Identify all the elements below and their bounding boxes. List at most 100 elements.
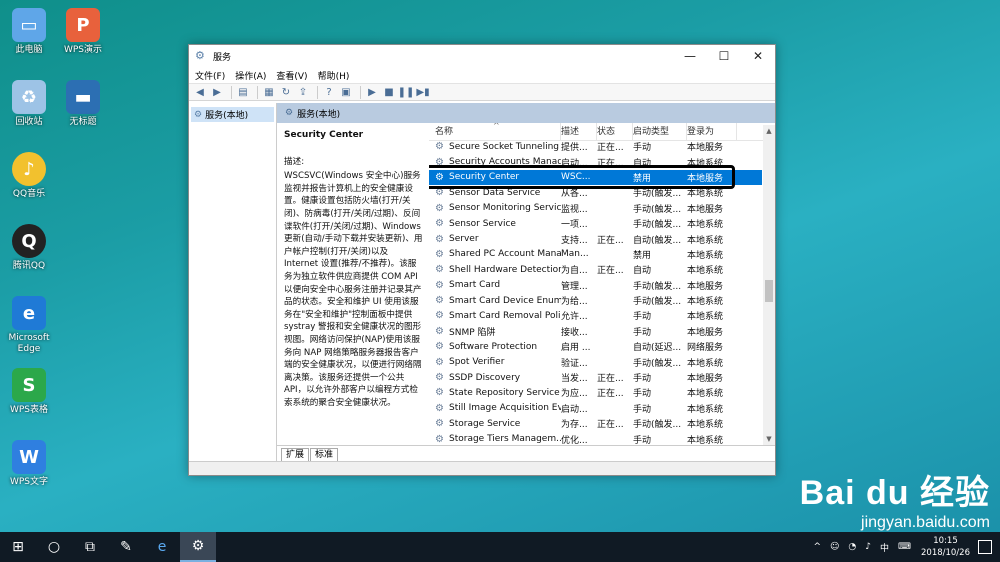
gear-icon: ⚙	[435, 248, 444, 260]
table-row[interactable]: ⚙ SSDP Discovery 当发... 正在... 手动 本地服务	[429, 370, 762, 385]
cell-status: 正在...	[597, 266, 624, 277]
clock[interactable]: 10:15 2018/10/26	[921, 535, 970, 559]
menu-help[interactable]: 帮助(H)	[318, 69, 350, 82]
cell-startup-type: 手动(触发...	[633, 220, 682, 231]
stop-service-icon[interactable]: ■	[382, 86, 396, 99]
pause-service-icon[interactable]: ❚❚	[398, 86, 415, 99]
task-view-button[interactable]: ⧉	[72, 532, 108, 562]
taskbar-app-edge[interactable]: e	[144, 532, 180, 562]
close-button[interactable]: ✕	[741, 45, 775, 67]
cell-name: ⚙ Storage Service	[429, 418, 561, 429]
menu-view[interactable]: 查看(V)	[276, 69, 307, 82]
windows-logo-icon: ⊞	[12, 539, 24, 555]
desktop-icon-wps-presentation[interactable]: P WPS演示	[56, 8, 110, 56]
menu-action[interactable]: 操作(A)	[235, 69, 266, 82]
desktop-icon-label: 腾讯QQ	[12, 261, 46, 271]
people-icon[interactable]: ☺	[830, 542, 839, 552]
taskbar-app-services[interactable]: ⚙	[180, 532, 216, 562]
service-name-text: Shared PC Account Mana...	[449, 249, 561, 260]
action-center-icon[interactable]	[978, 540, 992, 554]
vertical-scrollbar[interactable]: ▲ ▼	[763, 125, 775, 445]
highlight-annotation-ring	[429, 164, 735, 189]
forward-icon[interactable]: ▶	[210, 86, 224, 99]
cell-status: 正在...	[597, 143, 624, 154]
keyboard-icon[interactable]: ⌨	[898, 542, 911, 552]
scroll-thumb[interactable]	[765, 280, 773, 302]
table-row[interactable]: ⚙ Server 支持... 正在... 自动(触发... 本地系统	[429, 231, 762, 246]
clock-date: 2018/10/26	[921, 548, 970, 558]
properties-icon[interactable]: ▦	[262, 86, 276, 99]
table-row[interactable]: ⚙ Shared PC Account Mana... Man... 禁用 本地系统	[429, 247, 762, 262]
column-header-description[interactable]: 描述	[561, 123, 597, 141]
table-row[interactable]: ⚙ Still Image Acquisition Ev... 启动... 手动 本地系…	[429, 401, 762, 416]
table-row[interactable]: ⚙ State Repository Service 为应... 正在... 手动 本地系…	[429, 385, 762, 400]
cell-log-on-as: 本地系统	[687, 312, 724, 323]
console-tree-icon[interactable]: ▤	[236, 86, 250, 99]
table-row[interactable]: ⚙ Spot Verifier 验证... 手动(触发... 本地系统	[429, 354, 762, 369]
table-row[interactable]: ⚙ Secure Socket Tunneling ... 提供... 正在... 手动…	[429, 139, 762, 154]
tab-extended[interactable]: 扩展	[281, 448, 310, 461]
desktop-icon-qq-music[interactable]: ♪ QQ音乐	[2, 152, 56, 200]
restart-service-icon[interactable]: ▶▮	[416, 86, 430, 99]
table-row[interactable]: ⚙ Sensor Service 一项... 手动(触发... 本地系统	[429, 216, 762, 231]
column-header-status[interactable]: 状态	[597, 123, 633, 141]
table-row[interactable]: ⚙ SNMP 陷阱 接收... 手动 本地服务	[429, 324, 762, 339]
cell-log-on-as: 本地系统	[687, 297, 724, 308]
start-service-icon[interactable]: ▶	[365, 86, 379, 99]
cell-status: 正在...	[597, 389, 624, 400]
back-icon[interactable]: ◀	[193, 86, 207, 99]
cell-status: 正在...	[597, 235, 624, 246]
title-bar[interactable]: ⚙ 服务 — ☐ ✕	[189, 45, 775, 67]
taskbar-app-paint[interactable]: ✎	[108, 532, 144, 562]
status-bar	[189, 461, 775, 475]
table-row[interactable]: ⚙ Storage Tiers Managem... 优化... 手动 本地系统	[429, 431, 762, 445]
action-pane-icon[interactable]: ▣	[339, 86, 353, 99]
tree-node-services-local[interactable]: ⚙ 服务(本地)	[191, 107, 274, 122]
export-list-icon[interactable]: ⇪	[296, 86, 310, 99]
table-row[interactable]: ⚙ Software Protection 启用 ... 自动(延迟... 网络服务	[429, 339, 762, 354]
cell-description: 为自...	[561, 266, 588, 277]
cell-name: ⚙ Shared PC Account Mana...	[429, 249, 561, 260]
desktop-icon-edge[interactable]: e Microsoft Edge	[2, 296, 56, 355]
minimize-button[interactable]: —	[673, 45, 707, 67]
scroll-down-icon[interactable]: ▼	[763, 433, 775, 445]
cell-name: ⚙ Sensor Data Service	[429, 187, 561, 198]
start-button[interactable]: ⊞	[0, 532, 36, 562]
recycle-bin-icon: ♻	[12, 80, 46, 114]
service-name-text: Still Image Acquisition Ev...	[449, 403, 561, 414]
cell-log-on-as: 本地系统	[687, 404, 724, 415]
table-row[interactable]: ⚙ Smart Card Device Enum... 为给... 手动(触发... 本…	[429, 293, 762, 308]
service-name-text: Smart Card Device Enum...	[449, 295, 561, 306]
search-button[interactable]: ○	[36, 532, 72, 562]
help-icon[interactable]: ?	[322, 86, 336, 99]
service-name-text: Sensor Service	[449, 218, 516, 229]
desktop-icon-wps-writer[interactable]: W WPS文字	[2, 440, 56, 488]
tab-standard[interactable]: 标准	[310, 448, 339, 461]
table-row[interactable]: ⚙ Sensor Monitoring Service 监视... 手动(触发... 本…	[429, 201, 762, 216]
volume-icon[interactable]: ♪	[865, 542, 871, 552]
desktop-icon-qq[interactable]: Q 腾讯QQ	[2, 224, 56, 272]
desktop-icon-untitled[interactable]: ▬ 无标题	[56, 80, 110, 128]
cell-name: ⚙ Sensor Service	[429, 218, 561, 229]
desktop-icon-wps-spreadsheet[interactable]: S WPS表格	[2, 368, 56, 416]
services-list: ^ 名称 描述 状态 启动类型 登录为 ⚙ Secure Socket Tunne…	[429, 123, 775, 445]
table-row[interactable]: ⚙ Shell Hardware Detection 为自... 正在... 自动 本地系…	[429, 262, 762, 277]
network-icon[interactable]: ◔	[848, 542, 856, 552]
scroll-up-icon[interactable]: ▲	[763, 125, 775, 137]
maximize-button[interactable]: ☐	[707, 45, 741, 67]
table-row[interactable]: ⚙ Storage Service 为存... 正在... 手动(触发... 本地系统	[429, 416, 762, 431]
table-row[interactable]: ⚙ Smart Card Removal Poli... 允许... 手动 本地系统	[429, 308, 762, 323]
column-header-startup-type[interactable]: 启动类型	[633, 123, 687, 141]
gear-icon: ⚙	[435, 387, 444, 399]
cell-description: 验证...	[561, 358, 588, 369]
service-name-text: Smart Card	[449, 280, 501, 291]
desktop-icon-this-pc[interactable]: ▭ 此电脑	[2, 8, 56, 56]
desktop-icon-recycle-bin[interactable]: ♻ 回收站	[2, 80, 56, 128]
refresh-icon[interactable]: ↻	[279, 86, 293, 99]
show-hidden-icons-chevron-icon[interactable]: ^	[813, 542, 821, 552]
table-row[interactable]: ⚙ Smart Card 管理... 手动(触发... 本地服务	[429, 278, 762, 293]
ime-indicator[interactable]: 中	[880, 541, 889, 554]
table-row[interactable]: ⚙ Security Center WSC... 禁用 本地服务	[429, 164, 762, 189]
menu-file[interactable]: 文件(F)	[195, 69, 225, 82]
column-header-log-on-as[interactable]: 登录为	[687, 123, 737, 141]
